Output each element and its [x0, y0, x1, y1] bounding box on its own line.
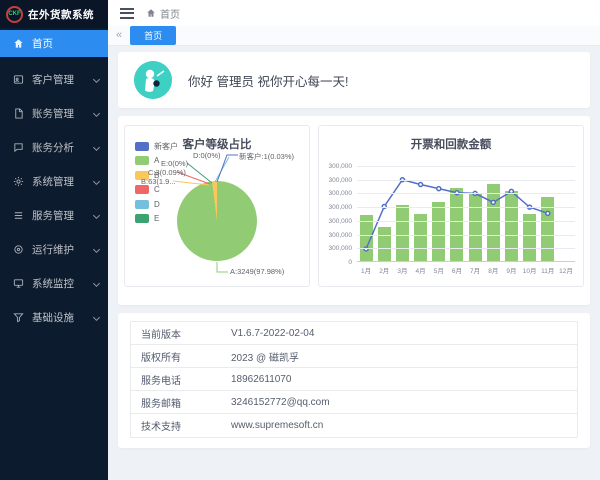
info-value: 18962611070 [231, 374, 291, 385]
avatar [134, 61, 172, 99]
info-label: 当前版本 [131, 326, 231, 341]
pie-callout-a: A:3249(97.98%) [230, 267, 284, 276]
chevron-down-icon [93, 279, 100, 286]
bar-x-axis: 1月2月3月4月5月6月7月8月9月10月11月12月 [357, 265, 575, 275]
app-logo: CKF [6, 6, 23, 23]
table-row: 技术支持 www.supremesoft.cn [131, 414, 577, 437]
pie-circle[interactable] [177, 181, 257, 261]
sidebar-item-label: 账务分析 [32, 140, 74, 155]
info-label: 技术支持 [131, 418, 231, 433]
logo-bar: CKF 在外货款系统 [0, 0, 108, 28]
breadcrumb[interactable]: 首页 [146, 6, 180, 21]
info-card: 当前版本 V1.6.7-2022-02-04 版权所有 2023 @ 磁凯孚 服… [118, 313, 590, 448]
chevron-down-icon [93, 313, 100, 320]
table-row: 服务电话 18962611070 [131, 368, 577, 391]
gear-icon [13, 176, 24, 187]
info-label: 版权所有 [131, 349, 231, 364]
sidebar-item-infra[interactable]: 基础设施 [0, 300, 108, 334]
sidebar-item-monitor[interactable]: 系统监控 [0, 266, 108, 300]
list-icon [13, 210, 24, 221]
info-value: V1.6.7-2022-02-04 [231, 328, 314, 339]
table-row: 服务邮箱 3246152772@qq.com [131, 391, 577, 414]
pie-callout-new: 新客户:1(0.03%) [239, 151, 294, 162]
avatar-figure-icon [134, 61, 172, 99]
chevron-down-icon [93, 143, 100, 150]
info-label: 服务电话 [131, 372, 231, 387]
sidebar-item-analysis[interactable]: 账务分析 [0, 130, 108, 164]
sidebar-item-label: 运行维护 [32, 242, 74, 257]
chevron-down-icon [93, 109, 100, 116]
legend-swatch [135, 142, 149, 151]
table-row: 版权所有 2023 @ 磁凯孚 [131, 345, 577, 368]
id-card-icon [13, 74, 24, 85]
info-value: 2023 @ 磁凯孚 [231, 349, 299, 364]
legend-label: 新客户 [154, 141, 178, 152]
sidebar-item-ops[interactable]: 运行维护 [0, 232, 108, 266]
sidebar-item-service[interactable]: 服务管理 [0, 198, 108, 232]
bar-chart-card: 开票和回款金额 300,000300,000300,000300,000300,… [318, 125, 584, 287]
legend-item[interactable]: E [135, 212, 178, 227]
home-icon [146, 8, 156, 18]
greeting-card: 你好 管理员 祝你开心每一天! [118, 52, 590, 108]
chevron-down-icon [93, 75, 100, 82]
legend-label: C [154, 185, 160, 194]
sidebar-item-label: 系统管理 [32, 174, 74, 189]
pie-chart-card: 客户等级占比 新客户 A B C D E [124, 125, 310, 287]
tab-bar: « 首页 [108, 26, 600, 46]
sidebar-item-label: 服务管理 [32, 208, 74, 223]
bar-y-axis: 300,000300,000300,000300,000300,000300,0… [319, 166, 352, 262]
sidebar-item-label: 客户管理 [32, 72, 74, 87]
sidebar-item-label: 基础设施 [32, 310, 74, 325]
sidebar-item-home[interactable]: 首页 [0, 30, 108, 57]
bar-plot-area [357, 166, 575, 262]
sidebar-item-label: 首页 [32, 36, 53, 51]
funnel-icon [13, 312, 24, 323]
table-row: 当前版本 V1.6.7-2022-02-04 [131, 322, 577, 345]
app-title: 在外货款系统 [28, 7, 94, 22]
topbar: 首页 [108, 0, 600, 26]
legend-swatch [135, 156, 149, 165]
legend-swatch [135, 185, 149, 194]
legend-swatch [135, 200, 149, 209]
chevron-down-icon [93, 245, 100, 252]
greeting-text: 你好 管理员 祝你开心每一天! [188, 71, 348, 90]
pie-callout-b: B:63(1.9... [141, 177, 176, 186]
info-value: 3246152772@qq.com [231, 397, 330, 408]
monitor-icon [13, 278, 24, 289]
tab-home[interactable]: 首页 [130, 26, 176, 45]
content: 你好 管理员 祝你开心每一天! 客户等级占比 新客户 A B C D E [108, 46, 600, 480]
chat-icon [13, 142, 24, 153]
hamburger-menu-icon[interactable] [120, 8, 134, 19]
chevron-down-icon [93, 211, 100, 218]
sidebar-item-label: 系统监控 [32, 276, 74, 291]
sidebar-item-billing[interactable]: 账务管理 [0, 96, 108, 130]
sidebar-item-label: 账务管理 [32, 106, 74, 121]
legend-swatch [135, 214, 149, 223]
file-icon [13, 108, 24, 119]
legend-label: E [154, 214, 159, 223]
pie-callout-c: C:3(0.09%) [148, 168, 186, 177]
info-label: 服务邮箱 [131, 395, 231, 410]
legend-item[interactable]: 新客户 [135, 139, 178, 154]
legend-item[interactable]: D [135, 197, 178, 212]
info-value: www.supremesoft.cn [231, 420, 323, 431]
pie-callout-e: E:0(0%) [161, 159, 188, 168]
home-icon [13, 38, 24, 49]
breadcrumb-label: 首页 [160, 6, 180, 21]
circle-icon [13, 244, 24, 255]
legend-label: D [154, 200, 160, 209]
pie-callout-d: D:0(0%) [193, 151, 221, 160]
sidebar: CKF 在外货款系统 首页 客户管理 账务管理 账务分析 系统管理 [0, 0, 108, 480]
charts-card: 客户等级占比 新客户 A B C D E [118, 116, 590, 305]
sidebar-item-system[interactable]: 系统管理 [0, 164, 108, 198]
sidebar-menu: 首页 客户管理 账务管理 账务分析 系统管理 服务管理 [0, 28, 108, 334]
collapse-tabs-icon[interactable]: « [116, 30, 122, 41]
chevron-down-icon [93, 177, 100, 184]
sidebar-item-customer[interactable]: 客户管理 [0, 62, 108, 96]
bar-chart-title: 开票和回款金额 [319, 136, 583, 152]
info-table: 当前版本 V1.6.7-2022-02-04 版权所有 2023 @ 磁凯孚 服… [130, 321, 578, 438]
legend-label: A [154, 156, 159, 165]
